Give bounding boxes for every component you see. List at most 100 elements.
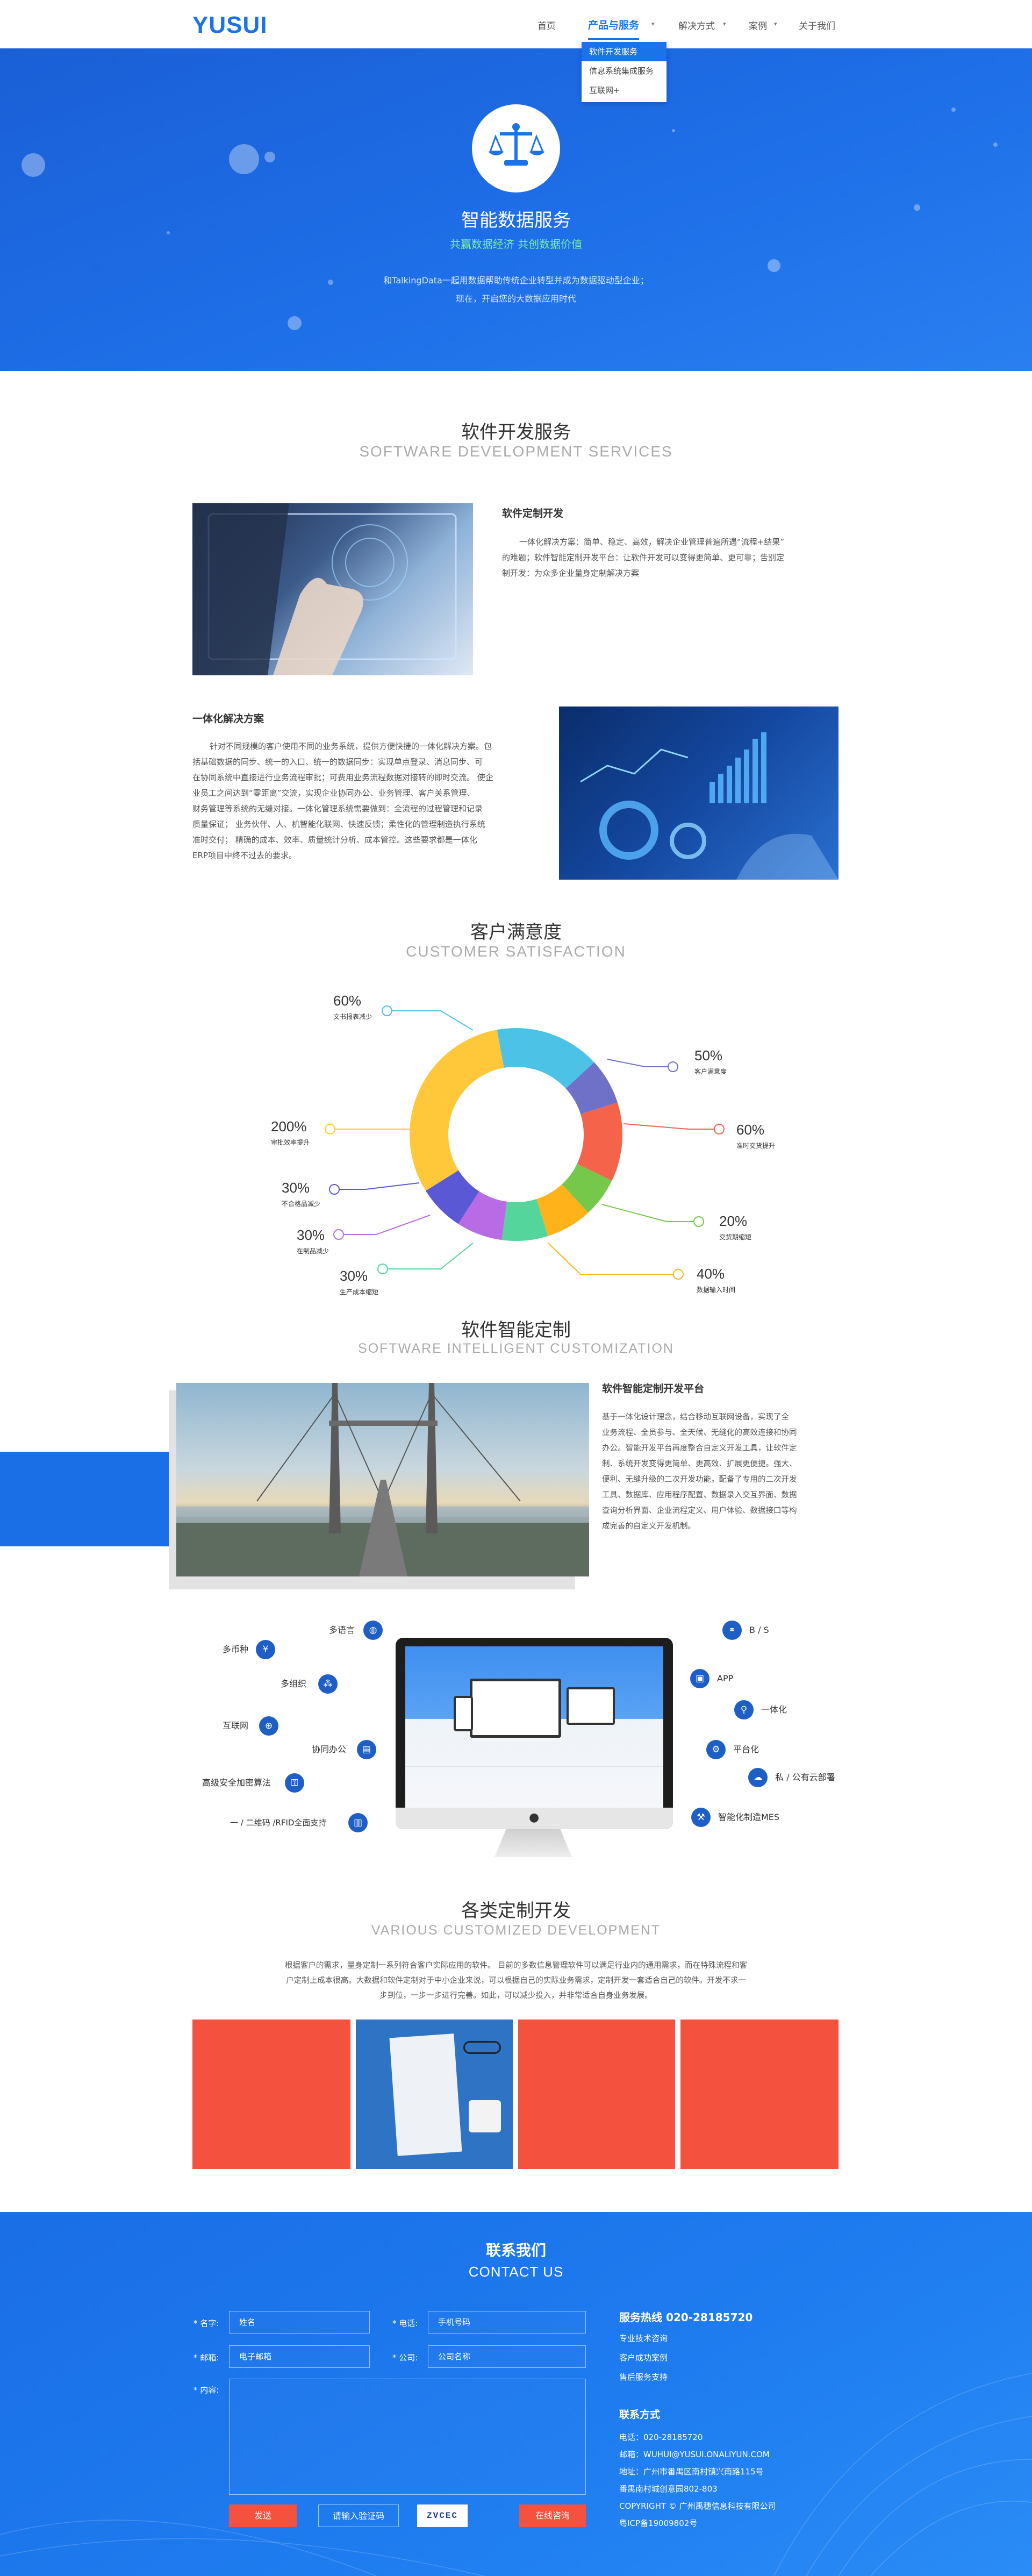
field-label: * 电话: (392, 2318, 418, 2328)
text-line: 成完善的自定义开发机制。 (602, 1522, 696, 1531)
chart-label-name: 审批效率提升 (271, 1139, 310, 1146)
text-line: 业务流程、全员参与、全天候、无缝化的高效连接和协同 (602, 1429, 797, 1437)
feature-label: APP (717, 1673, 734, 1683)
phone-mockup (454, 1696, 473, 1731)
chevron-down-icon[interactable]: ▾ (774, 20, 777, 27)
contact-info-title: 联系方式 (619, 2409, 661, 2421)
custom-tile[interactable] (680, 2020, 838, 2169)
leader-line (339, 1215, 431, 1235)
globe-icon: ◍ (363, 1621, 383, 1640)
send-button[interactable]: 发送 (229, 2504, 297, 2527)
feature-label: B / S (749, 1625, 769, 1635)
captcha-image[interactable]: ZVCEC (417, 2504, 468, 2527)
leader-line (623, 1123, 719, 1130)
leader-line (387, 1010, 474, 1031)
phone-field[interactable]: 手机号码 (428, 2311, 586, 2334)
contact-link[interactable]: 客户成功案例 (619, 2352, 668, 2363)
chevron-down-icon[interactable]: ▾ (723, 20, 726, 27)
chevron-down-icon[interactable]: ▾ (651, 20, 655, 27)
leader-dot (714, 1124, 725, 1134)
internet-icon: ⊕ (259, 1716, 278, 1736)
custom-tile[interactable] (192, 2020, 350, 2169)
contact-link[interactable]: 专业技术咨询 (619, 2332, 668, 2344)
logo[interactable]: YUSUI (192, 12, 267, 39)
currency-icon: ¥ (256, 1640, 275, 1659)
chart-label-name: 生产成本缩短 (340, 1288, 379, 1296)
feature-label: 一体化 (761, 1704, 787, 1715)
contact-info-line: 邮箱：WUHUI@YUSUI.ONALIYUN.COM (619, 2450, 770, 2459)
tablet-mockup (567, 1687, 615, 1725)
feature-label: 一 / 二维码 /RFID全面支持 (230, 1818, 327, 1828)
text-line: 便利、无缝升级的二次开发功能，配备了专用的二次开发 (602, 1475, 797, 1484)
custom-description: 根据客户的需求，量身定制一系列符合客户实际应用的软件。 目前的多数信息管理软件可… (204, 1958, 828, 2003)
lock-icon: ⚿ (285, 1773, 304, 1793)
cloud-icon: ☁ (748, 1768, 768, 1787)
divider (405, 1766, 663, 1767)
contact-title: 联系我们 (485, 2242, 546, 2259)
name-field[interactable]: 姓名 (229, 2311, 370, 2334)
company-field[interactable]: 公司名称 (428, 2345, 586, 2368)
chart-label-pct: 30% (340, 1268, 368, 1284)
feature-label: 互联网 (223, 1721, 249, 1731)
leader-line (607, 1059, 673, 1067)
organization-icon: ⁂ (318, 1674, 338, 1694)
chart-label-pct: 50% (694, 1047, 723, 1064)
text-line: 工具、数据库、应用程序配置、数据录入交互界面、数据 (602, 1491, 797, 1500)
feature-label: 多币种 (223, 1644, 249, 1654)
laptop-mockup (470, 1679, 561, 1738)
section-subtitle: SOFTWARE INTELLIGENT CUSTOMIZATION (358, 1341, 674, 1356)
nav-cases[interactable]: 案例 (749, 18, 767, 32)
dropdown-item-software-dev[interactable]: 软件开发服务 (582, 42, 666, 61)
text-line: 查询分析界面、企业流程定义、用户体验、数据接口等构 (602, 1507, 797, 1515)
chart-label-pct: 60% (333, 993, 362, 1009)
custom-tile[interactable] (518, 2020, 675, 2169)
feature-label: 多组织 (281, 1679, 307, 1689)
field-label: * 公司: (392, 2353, 418, 2363)
chart-label-pct: 30% (297, 1227, 325, 1243)
leader-dot (382, 1005, 392, 1016)
link-icon: ⚭ (722, 1621, 742, 1640)
section-title: 软件智能定制 (461, 1319, 571, 1341)
leader-line (383, 1243, 474, 1269)
monitor-stand (494, 1829, 572, 1857)
field-label: * 邮箱: (194, 2353, 219, 2363)
dropdown-item-integration[interactable]: 信息系统集成服务 (582, 61, 666, 81)
contact-link[interactable]: 售后服务支持 (619, 2371, 668, 2382)
chart-label-pct: 200% (271, 1118, 307, 1134)
chart-label-name: 不合格品减少 (282, 1200, 321, 1208)
feature-label: 平台化 (733, 1744, 759, 1754)
section-title: 各类定制开发 (461, 1900, 571, 1922)
leader-dot (377, 1264, 388, 1274)
text-line: 办公。智能开发平台再度整合自定义开发工具，让软件定 (602, 1444, 797, 1453)
section-subtitle: VARIOUS CUSTOMIZED DEVELOPMENT (371, 1923, 661, 1938)
text-line: 步到位，一步一步进行完善。如此，可以减少投入，并非常适合自身业务发展。 (379, 1992, 653, 2000)
notebook-illustration (389, 2033, 462, 2156)
chart-label-pct: 30% (282, 1180, 310, 1196)
online-consult-button[interactable]: 在线咨询 (519, 2504, 586, 2527)
email-field[interactable]: 电子邮箱 (229, 2345, 370, 2368)
contact-info-line: 地址：广州市番禺区南村镇兴南路115号 (619, 2467, 764, 2477)
contact-info-line: COPYRIGHT © 广州禹穗信息科技有限公司 (619, 2501, 776, 2511)
bridge-image (176, 1383, 589, 1576)
custom-tile-image[interactable] (356, 2020, 513, 2169)
leader-dot (668, 1061, 678, 1072)
contact-section: 联系我们 CONTACT US * 名字: 姓名 * 电话: 手机号码 * 邮箱… (0, 2212, 1032, 2576)
paragraph-text: 基于一体化设计理念，结合移动互联网设备，实现了全 业务流程、全员参与、全天候、无… (602, 1410, 838, 1535)
captcha-input[interactable]: 请输入验证码 (318, 2504, 399, 2527)
text-line: 户定制上成本很高。大数据和软件定制对于中小企业来说，可以根据自己的实际业务需求，… (286, 1976, 746, 1985)
barcode-icon: ▥ (348, 1813, 368, 1832)
phone-illustration (469, 2100, 501, 2132)
dropdown-item-internet-plus[interactable]: 互联网+ (582, 81, 666, 100)
content-textarea[interactable] (229, 2379, 586, 2495)
chart-label-pct: 60% (736, 1122, 765, 1138)
nav-about[interactable]: 关于我们 (799, 18, 835, 32)
nav-solutions[interactable]: 解决方式 (678, 18, 715, 32)
chart-label-name: 准时交货提升 (736, 1142, 776, 1150)
field-label: * 内容: (194, 2385, 219, 2395)
office-icon: ▤ (357, 1740, 376, 1759)
nav-home[interactable]: 首页 (538, 18, 556, 32)
nav-products[interactable]: 产品与服务 (588, 17, 640, 40)
manufacturing-icon: ⚒ (691, 1808, 711, 1827)
platform-icon: ⚙ (706, 1740, 726, 1759)
chart-label-name: 在制品减少 (297, 1247, 329, 1255)
